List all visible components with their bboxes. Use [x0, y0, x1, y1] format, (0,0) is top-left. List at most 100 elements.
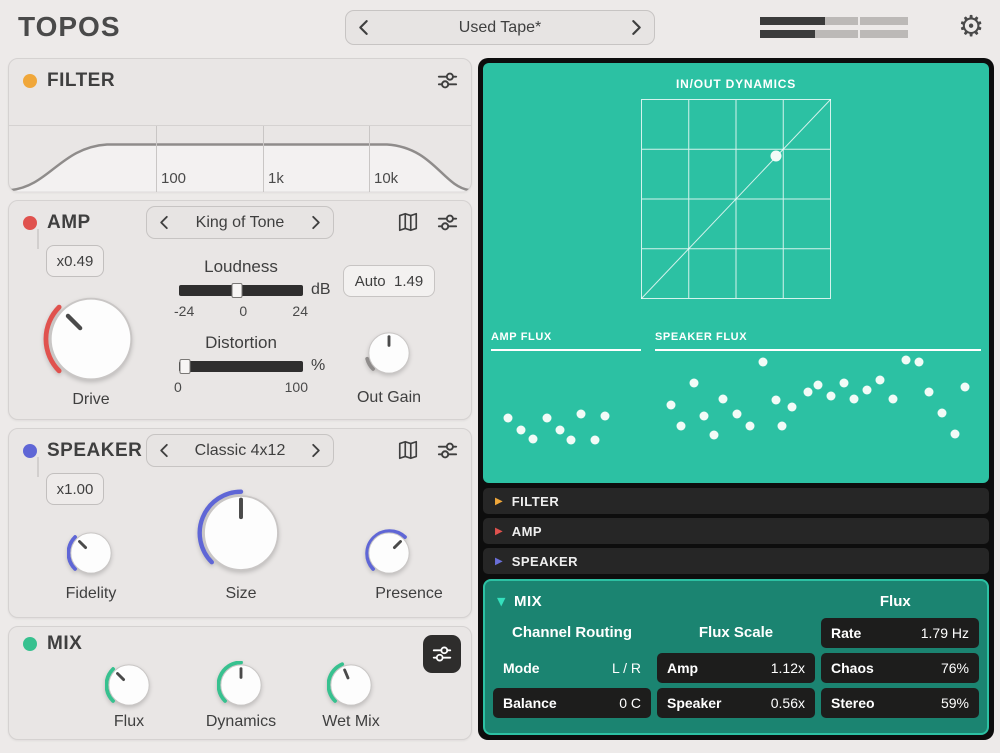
- collapsed-filter-bar[interactable]: ▶ FILTER: [483, 488, 989, 514]
- amp-section: AMP King of Tone x0.49: [8, 200, 472, 420]
- collapsed-amp-label: AMP: [512, 524, 542, 539]
- main-preset-name: Used Tape*: [459, 19, 541, 37]
- distortion-unit: %: [311, 357, 325, 375]
- loudness-handle[interactable]: [232, 283, 243, 298]
- flux-knob[interactable]: [105, 661, 153, 709]
- filter-title: FILTER: [47, 70, 115, 92]
- presence-label: Presence: [365, 585, 453, 603]
- chaos-cell[interactable]: Chaos 76%: [821, 653, 979, 683]
- freq-gridline: [369, 126, 370, 192]
- mix-panel-grid: Channel Routing Flux Scale Rate 1.79 Hz …: [493, 618, 979, 718]
- tick-zero: 0: [239, 303, 247, 319]
- mix-panel-title: MIX: [514, 593, 542, 610]
- speaker-body: x1.00 Fidelity Size: [21, 473, 459, 619]
- speaker-preset-browser-icon[interactable]: [397, 439, 419, 461]
- main-preset-selector[interactable]: Used Tape*: [345, 10, 655, 45]
- chevron-left-icon: [358, 19, 369, 36]
- speaker-settings-icon[interactable]: [436, 439, 459, 462]
- dynamics-knob[interactable]: [217, 661, 265, 709]
- chevron-right-icon: [311, 215, 321, 230]
- speaker-scale-label: Speaker: [667, 695, 721, 711]
- size-label: Size: [197, 585, 285, 603]
- mix-color-dot[interactable]: [23, 637, 37, 651]
- amp-title: AMP: [47, 212, 91, 234]
- stereo-cell[interactable]: Stereo 59%: [821, 688, 979, 718]
- collapsed-amp-bar[interactable]: ▶ AMP: [483, 518, 989, 544]
- amp-scale-cell[interactable]: Amp 1.12x: [657, 653, 815, 683]
- mode-cell[interactable]: Mode L / R: [493, 653, 651, 683]
- collapsed-speaker-bar[interactable]: ▶ SPEAKER: [483, 548, 989, 574]
- amp-preset-selector[interactable]: King of Tone: [146, 206, 334, 239]
- mix-section: MIX Flux: [8, 626, 472, 740]
- speaker-preset-next-button[interactable]: [311, 443, 321, 458]
- wet-mix-label: Wet Mix: [307, 713, 395, 731]
- mode-label: Mode: [503, 660, 540, 676]
- drive-knob[interactable]: [43, 291, 139, 387]
- speaker-scale-cell[interactable]: Speaker 0.56x: [657, 688, 815, 718]
- filter-settings-icon[interactable]: [436, 69, 459, 92]
- settings-gear-icon[interactable]: ⚙: [958, 9, 984, 43]
- preset-prev-button[interactable]: [358, 19, 369, 36]
- amp-preset-browser-icon[interactable]: [397, 211, 419, 233]
- speaker-preset-prev-button[interactable]: [159, 443, 169, 458]
- freq-label-10k: 10k: [374, 170, 398, 187]
- tick-minus24: -24: [174, 303, 194, 319]
- speaker-flux-dots: [655, 357, 981, 455]
- flux-group-label: Flux: [816, 593, 975, 610]
- auto-gain-button[interactable]: Auto 1.49: [343, 265, 435, 297]
- distortion-handle[interactable]: [180, 359, 191, 374]
- preset-next-button[interactable]: [631, 19, 642, 36]
- chevron-left-icon: [159, 215, 169, 230]
- freq-label-100: 100: [161, 170, 186, 187]
- speaker-gain-multiplier[interactable]: x1.00: [46, 473, 104, 505]
- speaker-color-dot[interactable]: [23, 444, 37, 458]
- filter-color-dot[interactable]: [23, 74, 37, 88]
- out-gain-knob[interactable]: [365, 329, 413, 377]
- size-knob[interactable]: [197, 489, 285, 577]
- dynamics-dot-layer[interactable]: [641, 99, 831, 299]
- freq-gridline: [263, 126, 264, 192]
- filter-curve-display[interactable]: 100 1k 10k: [9, 125, 471, 192]
- speaker-preset-name: Classic 4x12: [195, 442, 286, 460]
- amp-settings-icon[interactable]: [436, 211, 459, 234]
- loudness-slider[interactable]: [179, 285, 303, 296]
- balance-cell[interactable]: Balance 0 C: [493, 688, 651, 718]
- amp-color-dot[interactable]: [23, 216, 37, 230]
- distortion-ticks: 0 100: [174, 379, 308, 395]
- amp-preset-next-button[interactable]: [311, 215, 321, 230]
- drive-label: Drive: [43, 391, 139, 409]
- presence-knob[interactable]: [365, 529, 413, 577]
- speaker-scale-value: 0.56x: [771, 695, 805, 711]
- speaker-flux-plot: SPEAKER FLUX: [655, 331, 981, 455]
- distortion-label: Distortion: [179, 333, 303, 353]
- left-column: FILTER 100 1k 10k A: [8, 58, 472, 748]
- rate-cell[interactable]: Rate 1.79 Hz: [821, 618, 979, 648]
- stereo-value: 59%: [941, 695, 969, 711]
- speaker-title: SPEAKER: [47, 440, 142, 462]
- speaker-preset-selector[interactable]: Classic 4x12: [146, 434, 334, 467]
- wet-mix-knob[interactable]: [327, 661, 375, 709]
- mix-panel-collapse[interactable]: ▼ MIX: [497, 593, 656, 610]
- loudness-label: Loudness: [179, 257, 303, 277]
- amp-preset-prev-button[interactable]: [159, 215, 169, 230]
- visualizer-title: IN/OUT DYNAMICS: [483, 77, 989, 91]
- top-bar: TOPOS Used Tape* ⚙: [0, 0, 1000, 56]
- dynamics-label: Dynamics: [197, 713, 285, 731]
- amp-body: x0.49 Drive Loudness dB -24 0: [21, 245, 459, 415]
- amp-flux-label: AMP FLUX: [491, 331, 641, 351]
- amp-gain-multiplier[interactable]: x0.49: [46, 245, 104, 277]
- expand-triangle-icon: ▶: [495, 526, 503, 537]
- speaker-flux-label: SPEAKER FLUX: [655, 331, 981, 351]
- collapsed-speaker-label: SPEAKER: [512, 554, 578, 569]
- balance-value: 0 C: [619, 695, 641, 711]
- rate-value: 1.79 Hz: [921, 625, 969, 641]
- dynamics-curve-grid[interactable]: [641, 99, 831, 299]
- mix-detail-panel: ▼ MIX Flux Channel Routing Flux Scale Ra…: [483, 579, 989, 735]
- amp-flux-dots: [491, 357, 641, 455]
- chaos-label: Chaos: [831, 660, 874, 676]
- fidelity-knob[interactable]: [67, 529, 115, 577]
- dynamics-visualizer: IN/OUT DYNAMICS AMP FLUX SPEAKER FLUX: [483, 63, 989, 483]
- loudness-unit: dB: [311, 281, 331, 299]
- distortion-slider[interactable]: [179, 361, 303, 372]
- collapse-triangle-icon: ▼: [497, 595, 506, 608]
